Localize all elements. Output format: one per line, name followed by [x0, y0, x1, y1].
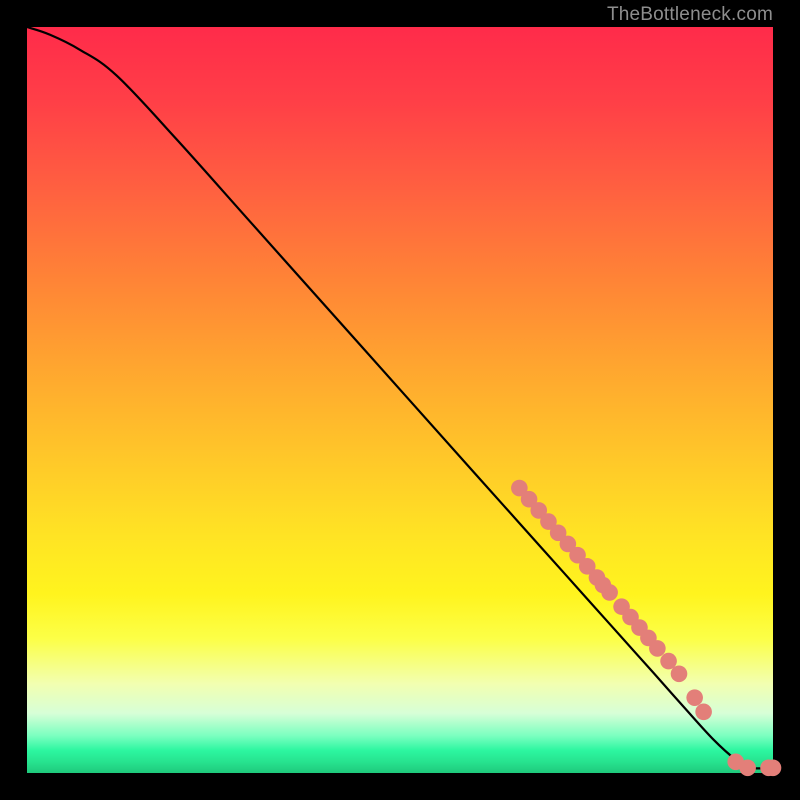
curve-line: [27, 27, 773, 768]
data-point: [739, 759, 756, 776]
chart-stage: TheBottleneck.com: [0, 0, 800, 800]
plot-area: [27, 27, 773, 773]
attribution-text: TheBottleneck.com: [607, 4, 773, 26]
data-point: [601, 584, 618, 601]
data-point: [765, 759, 782, 776]
data-point: [649, 640, 666, 657]
data-points: [511, 480, 781, 776]
data-point: [686, 689, 703, 706]
chart-svg: [27, 27, 773, 773]
data-point: [695, 704, 712, 721]
data-point: [671, 665, 688, 682]
